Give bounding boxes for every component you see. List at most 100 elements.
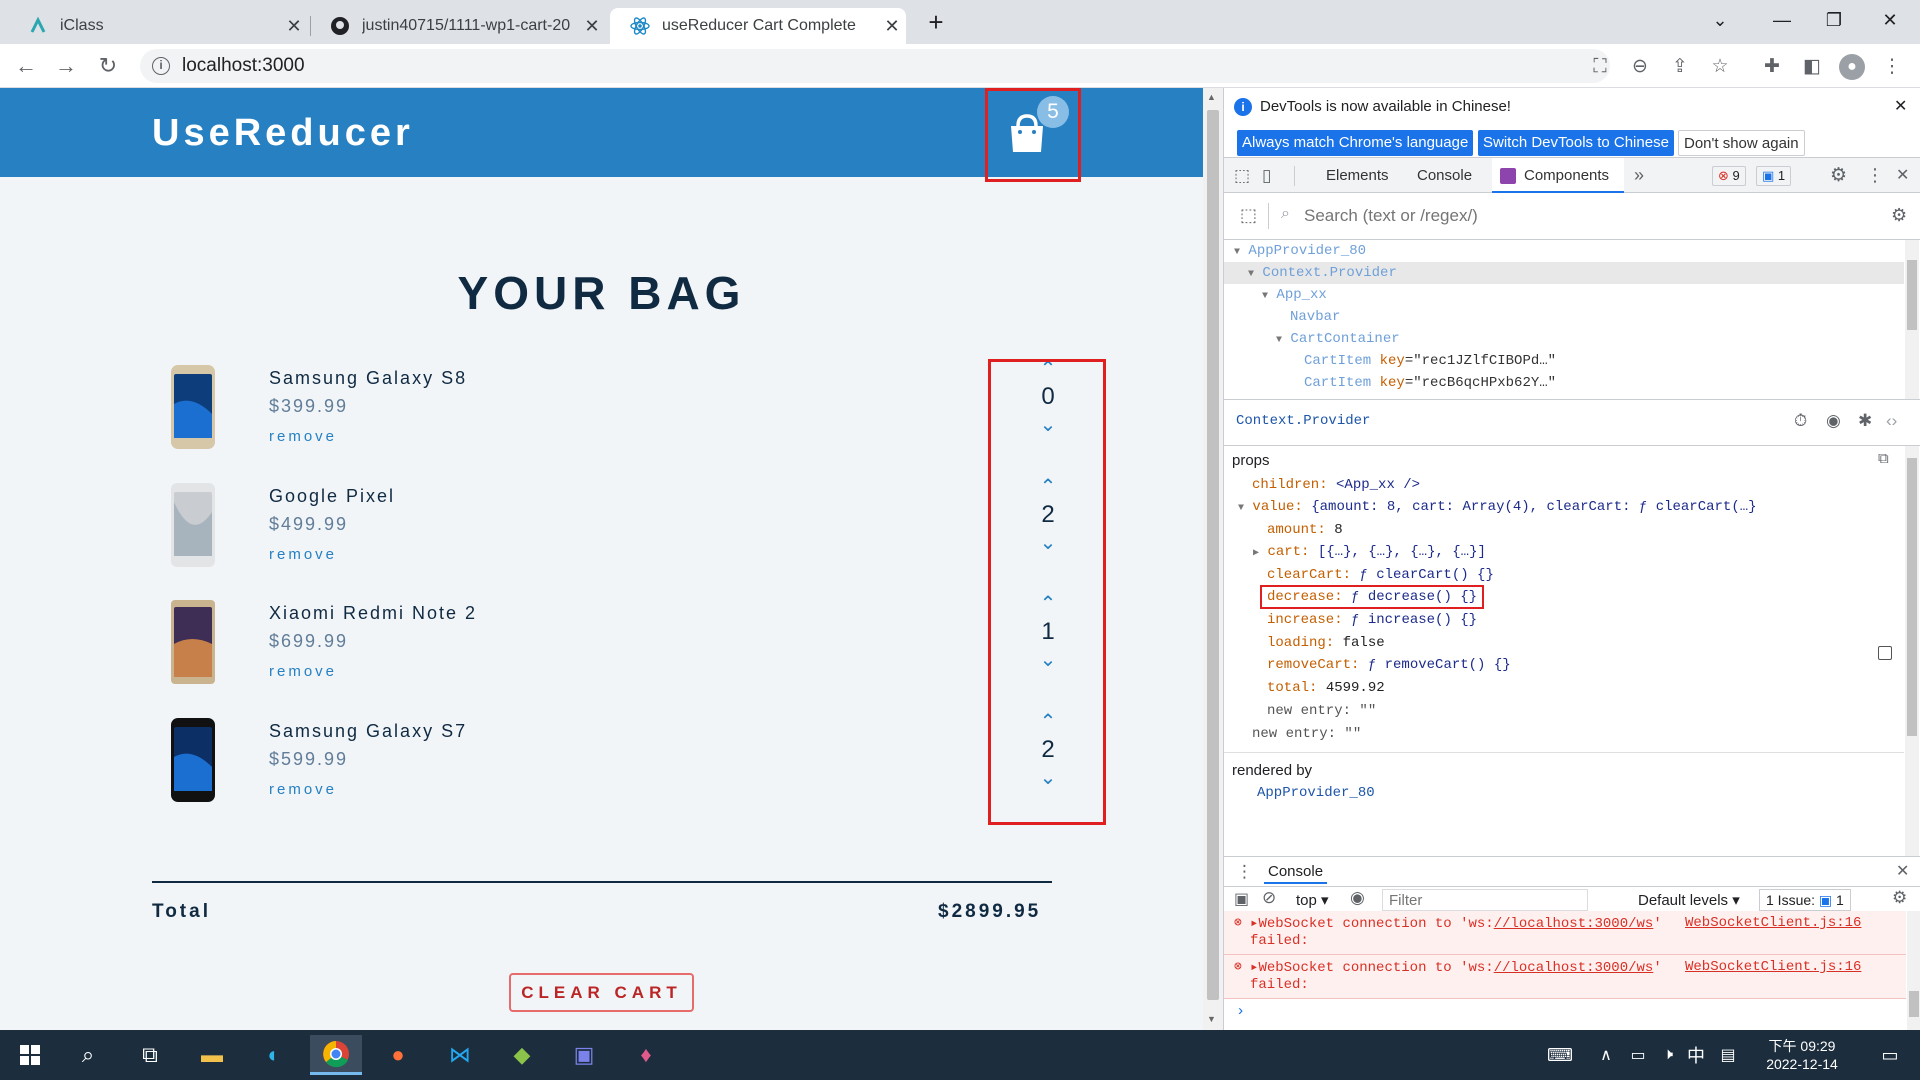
extensions-icon[interactable]: ✚ [1759,54,1785,80]
props-scrollbar[interactable] [1905,446,1919,856]
restore-icon[interactable]: ❐ [1814,6,1854,34]
eye-icon[interactable]: ◉ [1826,411,1841,431]
prop-row[interactable]: increase: ƒ increase() {} [1267,609,1477,631]
console-prompt-icon[interactable]: › [1236,1003,1245,1020]
scroll-thumb[interactable] [1909,991,1919,1017]
remove-button[interactable]: remove [269,546,337,563]
error-url[interactable]: //localhost:3000/ws [1494,960,1654,976]
console-error-row[interactable]: ⊗ ▸WebSocket connection to 'ws://localho… [1224,955,1906,999]
firefox-icon[interactable]: ● [372,1035,424,1075]
stopwatch-icon[interactable]: ⏱ [1794,411,1807,431]
settings-gear-icon[interactable]: ⚙ [1830,158,1847,193]
prop-row[interactable]: total: 4599.92 [1267,677,1385,699]
inspect-element-icon[interactable]: ⬚ [1234,158,1250,193]
scroll-thumb[interactable] [1907,458,1917,736]
prop-row[interactable]: clearCart: ƒ clearCart() {} [1267,564,1494,586]
windows-start-icon[interactable] [4,1035,56,1075]
more-tabs-icon[interactable]: » [1634,158,1644,193]
prop-row[interactable]: children: <App_xx /> [1252,474,1420,496]
back-icon[interactable]: ← [10,50,42,82]
component-search-input[interactable] [1304,201,1844,231]
switch-chinese-button[interactable]: Switch DevTools to Chinese [1478,130,1674,156]
tab-usereducer[interactable]: useReducer Cart Complete ✕ [610,8,906,44]
tab-console-drawer[interactable]: Console [1264,860,1328,884]
error-count-badge[interactable]: ⊗ 9 [1712,166,1746,186]
search-icon[interactable]: ⌕ [62,1035,114,1075]
clock[interactable]: 下午 09:29 2022-12-14 [1762,1036,1842,1072]
scroll-up-icon[interactable]: ▲ [1207,92,1216,102]
eye-icon[interactable]: ◉ [1350,888,1365,908]
tab-search-icon[interactable]: ⌄ [1700,6,1740,34]
remove-button[interactable]: remove [269,781,337,798]
copy-icon[interactable]: ⧉ [1878,450,1889,467]
devtools-menu-icon[interactable]: ⋮ [1866,158,1884,193]
close-icon[interactable]: ✕ [578,16,606,37]
error-url[interactable]: //localhost:3000/ws [1494,916,1654,932]
drawer-menu-icon[interactable]: ⋮ [1236,862,1253,882]
console-settings-icon[interactable]: ⚙ [1892,888,1907,908]
page-scrollbar[interactable]: ▲ ▼ [1203,88,1223,1030]
tree-node[interactable]: ▼ CartContainer [1276,328,1400,350]
minimize-icon[interactable]: — [1762,6,1802,34]
rendered-by-link[interactable]: AppProvider_80 [1257,785,1375,801]
tree-node[interactable]: CartItem key="recB6qcHPxb62Y…" [1304,372,1556,394]
notification-icon[interactable]: ▭ [1864,1035,1916,1075]
profile-avatar[interactable]: ● [1839,54,1865,80]
input-method-icon[interactable]: ▤ [1702,1035,1754,1075]
new-tab-button[interactable]: + [920,8,952,38]
new-entry-row[interactable]: new entry: "" [1267,700,1376,722]
edge-icon[interactable]: ◐ [248,1035,300,1075]
device-toolbar-icon[interactable]: ▯ [1262,158,1271,193]
close-window-icon[interactable]: ✕ [1870,6,1910,34]
match-language-button[interactable]: Always match Chrome's language [1237,130,1474,156]
context-select[interactable]: top ▾ [1296,891,1329,909]
keyboard-icon[interactable]: ⌨ [1534,1035,1586,1075]
tree-node-selected[interactable]: ▼ Context.Provider [1224,262,1904,284]
tree-scrollbar[interactable] [1905,240,1919,399]
tree-node[interactable]: Navbar [1290,306,1340,328]
console-filter-input[interactable] [1382,889,1588,911]
sourcetree-icon[interactable]: ◆ [496,1035,548,1075]
close-drawer-icon[interactable]: ✕ [1896,861,1909,881]
log-levels-select[interactable]: Default levels ▾ [1638,891,1740,909]
close-icon[interactable]: ✕ [878,16,906,37]
remove-button[interactable]: remove [269,663,337,680]
select-component-icon[interactable]: ⬚ [1240,205,1257,226]
scroll-thumb[interactable] [1907,260,1917,330]
close-devtools-icon[interactable]: ✕ [1896,158,1909,193]
remove-button[interactable]: remove [269,428,337,445]
message-count-badge[interactable]: ▣ 1 [1756,166,1792,186]
prop-row[interactable]: ▼ value: {amount: 8, cart: Array(4), cle… [1238,496,1757,518]
tab-components[interactable]: Components [1492,158,1624,193]
close-icon[interactable]: ✕ [280,16,308,37]
paint-drop-icon[interactable]: ♦ [620,1035,672,1075]
checkbox[interactable] [1878,646,1892,660]
error-source-link[interactable]: WebSocketClient.js:16 [1685,915,1861,931]
site-info-icon[interactable]: i [152,57,170,75]
new-entry-row[interactable]: new entry: "" [1252,723,1361,745]
tab-github[interactable]: justin40715/1111-wp1-cart-20 ✕ [310,8,606,44]
teams-icon[interactable]: ▣ [558,1035,610,1075]
sidebar-toggle-icon[interactable]: ▣ [1234,889,1249,909]
tree-node[interactable]: ▼ AppProvider_80 [1234,240,1366,262]
tab-console[interactable]: Console [1417,158,1472,193]
zoom-icon[interactable]: ⊖ [1627,54,1653,80]
vscode-icon[interactable]: ⋈ [434,1035,486,1075]
prop-row[interactable]: removeCart: ƒ removeCart() {} [1267,654,1511,676]
tree-node[interactable]: ▼ App_xx [1262,284,1327,306]
tab-iclass[interactable]: iClass ✕ [8,8,308,44]
error-source-link[interactable]: WebSocketClient.js:16 [1685,959,1861,975]
file-explorer-icon[interactable]: ▬ [186,1035,238,1075]
source-code-icon[interactable]: ‹› [1886,411,1897,431]
clear-console-icon[interactable]: ⊘ [1262,888,1276,908]
scroll-down-icon[interactable]: ▼ [1207,1014,1216,1024]
scroll-thumb[interactable] [1207,110,1219,1000]
dont-show-again-button[interactable]: Don't show again [1678,130,1805,156]
clear-cart-button[interactable]: CLEAR CART [509,973,694,1012]
menu-kebab-icon[interactable]: ⋮ [1879,54,1905,80]
tree-node[interactable]: CartItem key="rec1JZlfCIBOPd…" [1304,350,1556,372]
bug-icon[interactable]: ✱ [1858,411,1872,431]
task-view-icon[interactable]: ⧉ [124,1035,176,1075]
chrome-icon[interactable] [310,1035,362,1075]
console-scrollbar[interactable] [1907,911,1920,1030]
